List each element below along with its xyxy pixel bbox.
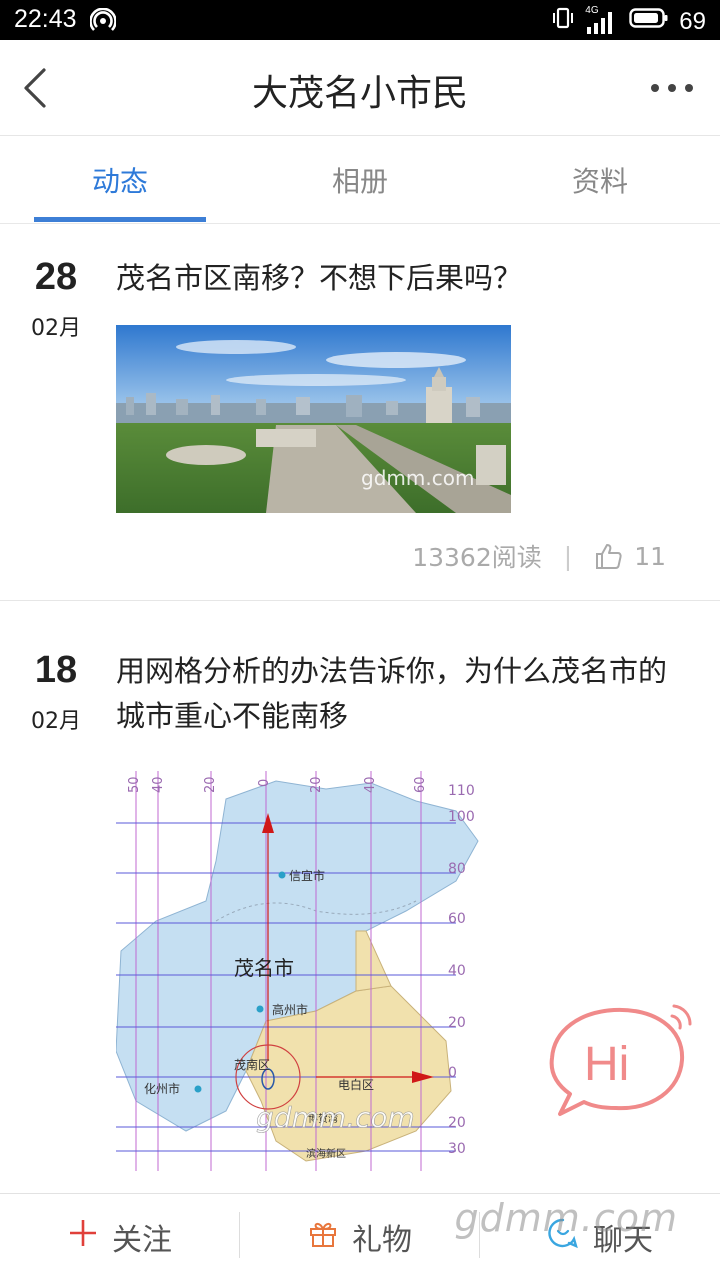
post-image-city-skyline[interactable]: gdmm.com: [116, 325, 511, 513]
image-watermark: gdmm.com: [256, 1101, 415, 1134]
map-tick-right: 20: [448, 1015, 466, 1031]
gift-button[interactable]: 礼物: [260, 1212, 460, 1262]
post-date-month: 02月: [31, 709, 81, 734]
hi-chat-bubble[interactable]: Hi: [548, 1002, 698, 1122]
plus-icon: [68, 1218, 98, 1256]
map-title: 茂名市: [234, 956, 294, 980]
follow-button[interactable]: 关注: [20, 1212, 220, 1262]
signal-icon: 4G: [585, 5, 619, 35]
map-place-label: 电白区: [338, 1077, 374, 1092]
status-time: 22:43: [14, 5, 77, 33]
vibrate-icon: [551, 6, 575, 37]
follow-label: 关注: [112, 1223, 172, 1258]
map-tick-right: 0: [448, 1065, 457, 1081]
hotspot-icon: [89, 7, 117, 38]
gift-icon: [308, 1218, 338, 1256]
map-tick-top: 40: [363, 776, 378, 793]
map-place-label: 高州市: [272, 1002, 308, 1017]
map-tick-right: 80: [448, 861, 466, 877]
page-watermark: gdmm.com: [454, 1196, 678, 1240]
map-tick-top: 20: [203, 776, 218, 793]
map-tick-top: 40: [151, 776, 166, 793]
map-tick-top: 0: [257, 779, 272, 787]
post-title[interactable]: 用网格分析的办法告诉你，为什么茂名市的城市重心不能南移: [116, 649, 686, 739]
map-place-label: 信宜市: [289, 868, 325, 883]
top-nav-bar: 大茂名小市民: [0, 40, 720, 136]
map-tick-right: 20: [448, 1115, 466, 1131]
image-watermark: gdmm.com: [361, 466, 474, 490]
gift-label: 礼物: [352, 1223, 412, 1258]
more-options-icon[interactable]: [648, 78, 696, 98]
map-tick-right: 110: [448, 783, 475, 799]
post-image-grid-map[interactable]: 50 40 20 0 20 40 60 110 100 80 60 40 20 …: [116, 771, 484, 1171]
map-tick-right: 60: [448, 911, 466, 927]
map-place-label: 化州市: [144, 1081, 180, 1096]
tab-profile-info[interactable]: 资料: [480, 160, 720, 200]
map-tick-right: 30: [448, 1141, 466, 1157]
map-tick-top: 50: [127, 776, 142, 793]
post-item[interactable]: 28 02月 茂名市区南移？不想下后果吗？ gdmm.com 13362阅读 |…: [0, 224, 720, 600]
map-tick-top: 60: [413, 776, 428, 793]
post-date-day: 18: [34, 649, 78, 691]
post-date-month: 02月: [31, 316, 81, 341]
tab-album[interactable]: 相册: [240, 160, 480, 200]
map-tick-top: 20: [309, 776, 324, 793]
post-stats: 13362阅读 | 11: [412, 538, 666, 574]
thumbs-up-icon[interactable]: [594, 541, 624, 571]
status-bar: 22:43 4G 69: [0, 0, 720, 40]
read-count: 13362阅读: [412, 543, 542, 572]
post-date-day: 28: [34, 256, 78, 298]
map-tick-right: 40: [448, 963, 466, 979]
map-place-label: 茂南区: [234, 1057, 270, 1072]
battery-icon: [629, 7, 669, 36]
like-count: 11: [634, 541, 666, 571]
active-tab-indicator: [34, 217, 206, 222]
tab-dynamics[interactable]: 动态: [0, 160, 240, 200]
battery-level: 69: [679, 7, 706, 35]
post-title[interactable]: 茂名市区南移？不想下后果吗？: [116, 256, 686, 301]
stats-separator: |: [563, 541, 573, 571]
map-place-label: 滨海新区: [306, 1147, 346, 1160]
map-tick-right: 100: [448, 809, 475, 825]
profile-tabs: 动态 相册 资料: [0, 136, 720, 224]
page-title: 大茂名小市民: [251, 73, 468, 114]
bottom-separator: [239, 1212, 240, 1258]
hi-label: Hi: [584, 1038, 629, 1091]
